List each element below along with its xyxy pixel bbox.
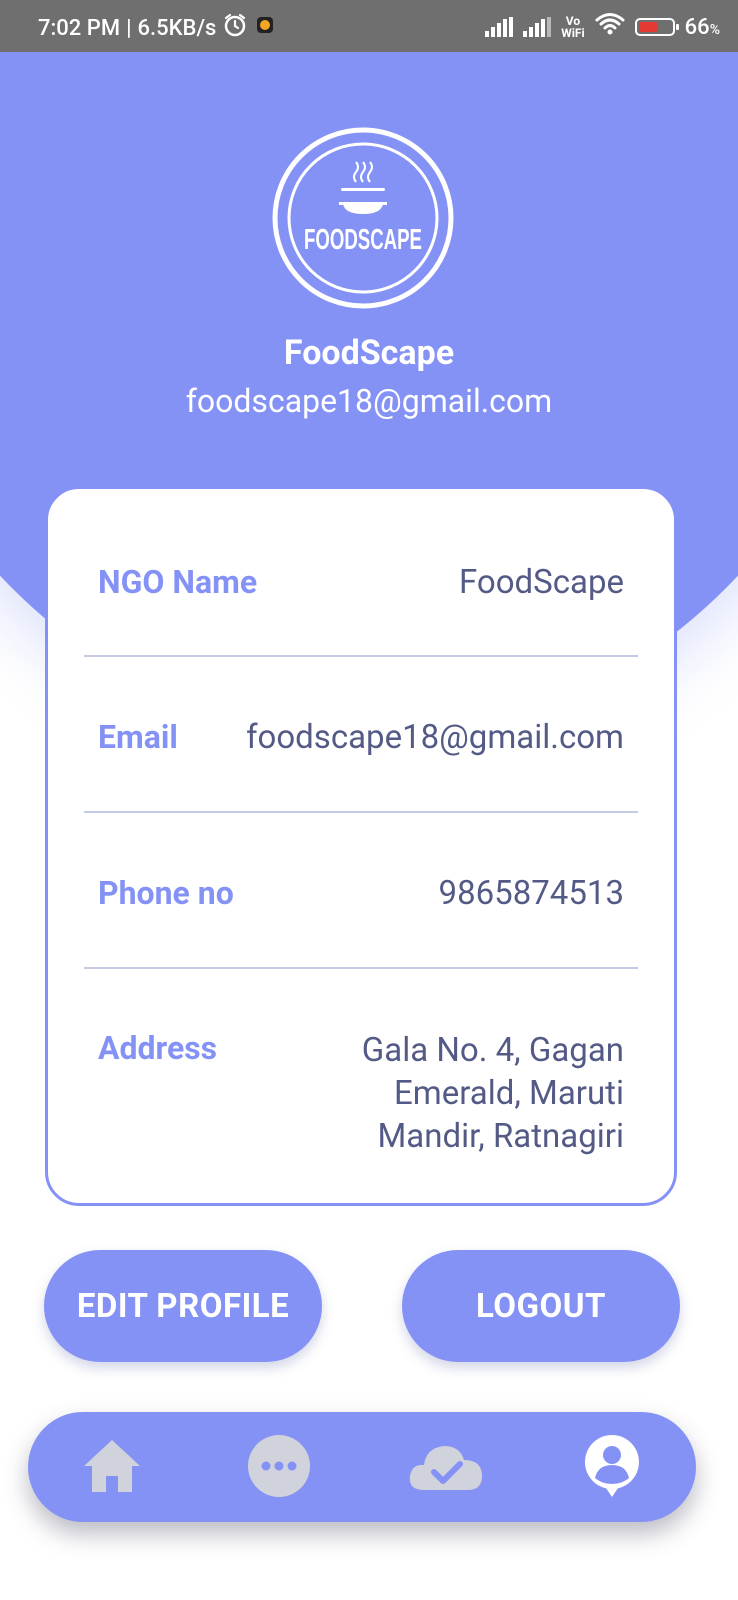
status-right: Vo WiFi 66% bbox=[485, 12, 720, 42]
detail-row-email: Email foodscape18@gmail.com bbox=[98, 718, 624, 757]
signal-icon bbox=[523, 17, 552, 37]
divider bbox=[84, 967, 638, 969]
profile-screen: 7:02 PM | 6.5KB/s Vo WiFi 66% FOODSCAPE … bbox=[0, 0, 738, 1600]
chat-icon bbox=[247, 1434, 311, 1502]
detail-row-ngo-name: NGO Name FoodScape bbox=[98, 563, 624, 602]
cloud-check-icon bbox=[406, 1438, 486, 1498]
status-time: 7:02 PM bbox=[38, 15, 121, 41]
divider bbox=[84, 655, 638, 657]
battery-charging-icon bbox=[634, 18, 679, 36]
detail-value: 9865874513 bbox=[438, 874, 624, 913]
detail-row-address: Address Gala No. 4, Gagan Emerald, Marut… bbox=[98, 1029, 624, 1158]
vowifi-icon: Vo WiFi bbox=[561, 14, 585, 40]
profile-icon bbox=[582, 1433, 642, 1503]
nav-chat[interactable] bbox=[241, 1430, 317, 1506]
signal-icon bbox=[485, 17, 514, 37]
nav-donations[interactable] bbox=[408, 1430, 484, 1506]
home-icon bbox=[80, 1436, 144, 1500]
detail-row-phone: Phone no 9865874513 bbox=[98, 874, 624, 913]
alarm-icon bbox=[222, 12, 248, 44]
edit-profile-button[interactable]: EDIT PROFILE bbox=[44, 1250, 322, 1362]
profile-email: foodscape18@gmail.com bbox=[185, 382, 553, 420]
wifi-icon bbox=[595, 12, 625, 42]
status-speed: 6.5KB/s bbox=[137, 15, 217, 41]
profile-name: FoodScape bbox=[283, 333, 455, 373]
divider bbox=[84, 811, 638, 813]
detail-value: foodscape18@gmail.com bbox=[246, 718, 624, 757]
detail-label: Address bbox=[98, 1029, 218, 1067]
detail-label: NGO Name bbox=[98, 563, 258, 601]
status-left: 7:02 PM | 6.5KB/s bbox=[38, 12, 276, 44]
detail-value: FoodScape bbox=[459, 563, 624, 602]
detail-value: Gala No. 4, Gagan Emerald, Maruti Mandir… bbox=[361, 1031, 624, 1156]
nav-home[interactable] bbox=[74, 1430, 150, 1506]
battery-percent: 66% bbox=[684, 14, 720, 40]
detail-label: Phone no bbox=[98, 874, 234, 912]
status-separator: | bbox=[126, 15, 132, 41]
foodscape-logo: FOODSCAPE bbox=[271, 126, 455, 310]
profile-details-card: NGO Name FoodScape Email foodscape18@gma… bbox=[45, 486, 677, 1206]
status-bar: 7:02 PM | 6.5KB/s Vo WiFi 66% bbox=[0, 0, 738, 52]
nav-profile[interactable] bbox=[574, 1430, 650, 1506]
notification-icon bbox=[254, 14, 276, 42]
logout-button[interactable]: LOGOUT bbox=[402, 1250, 680, 1362]
detail-label: Email bbox=[98, 718, 178, 756]
bottom-navigation bbox=[28, 1412, 696, 1522]
logo-text: FOODSCAPE bbox=[304, 223, 422, 255]
